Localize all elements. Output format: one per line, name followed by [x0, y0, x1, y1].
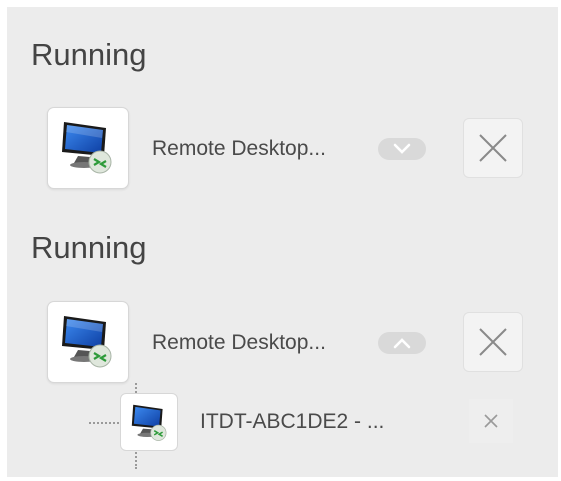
- running-panel: Running Remote Desktop... Running Remote…: [7, 7, 558, 477]
- chevron-down-icon: [393, 143, 411, 154]
- app-label-remote-desktop: Remote Desktop...: [152, 137, 326, 160]
- close-button[interactable]: [463, 312, 523, 372]
- child-window-tile[interactable]: [120, 393, 178, 451]
- close-button[interactable]: [463, 118, 523, 178]
- child-close-button[interactable]: [469, 399, 513, 443]
- tree-connector: [89, 422, 119, 424]
- close-icon: [479, 328, 507, 356]
- child-window-label: ITDT-ABC1DE2 - ...: [200, 410, 385, 433]
- chevron-up-icon: [393, 338, 411, 349]
- app-tile-remote-desktop[interactable]: [47, 107, 129, 189]
- remote-desktop-icon: [62, 316, 112, 368]
- section-title-running: Running: [31, 230, 147, 265]
- remote-desktop-icon: [62, 122, 112, 174]
- remote-desktop-icon: [131, 404, 167, 441]
- close-icon: [484, 414, 498, 428]
- section-title-running: Running: [31, 37, 147, 72]
- tree-connector: [135, 449, 137, 469]
- close-icon: [479, 134, 507, 162]
- app-tile-remote-desktop[interactable]: [47, 301, 129, 383]
- expand-toggle-button[interactable]: [378, 138, 426, 160]
- collapse-toggle-button[interactable]: [378, 332, 426, 354]
- app-label-remote-desktop: Remote Desktop...: [152, 331, 326, 354]
